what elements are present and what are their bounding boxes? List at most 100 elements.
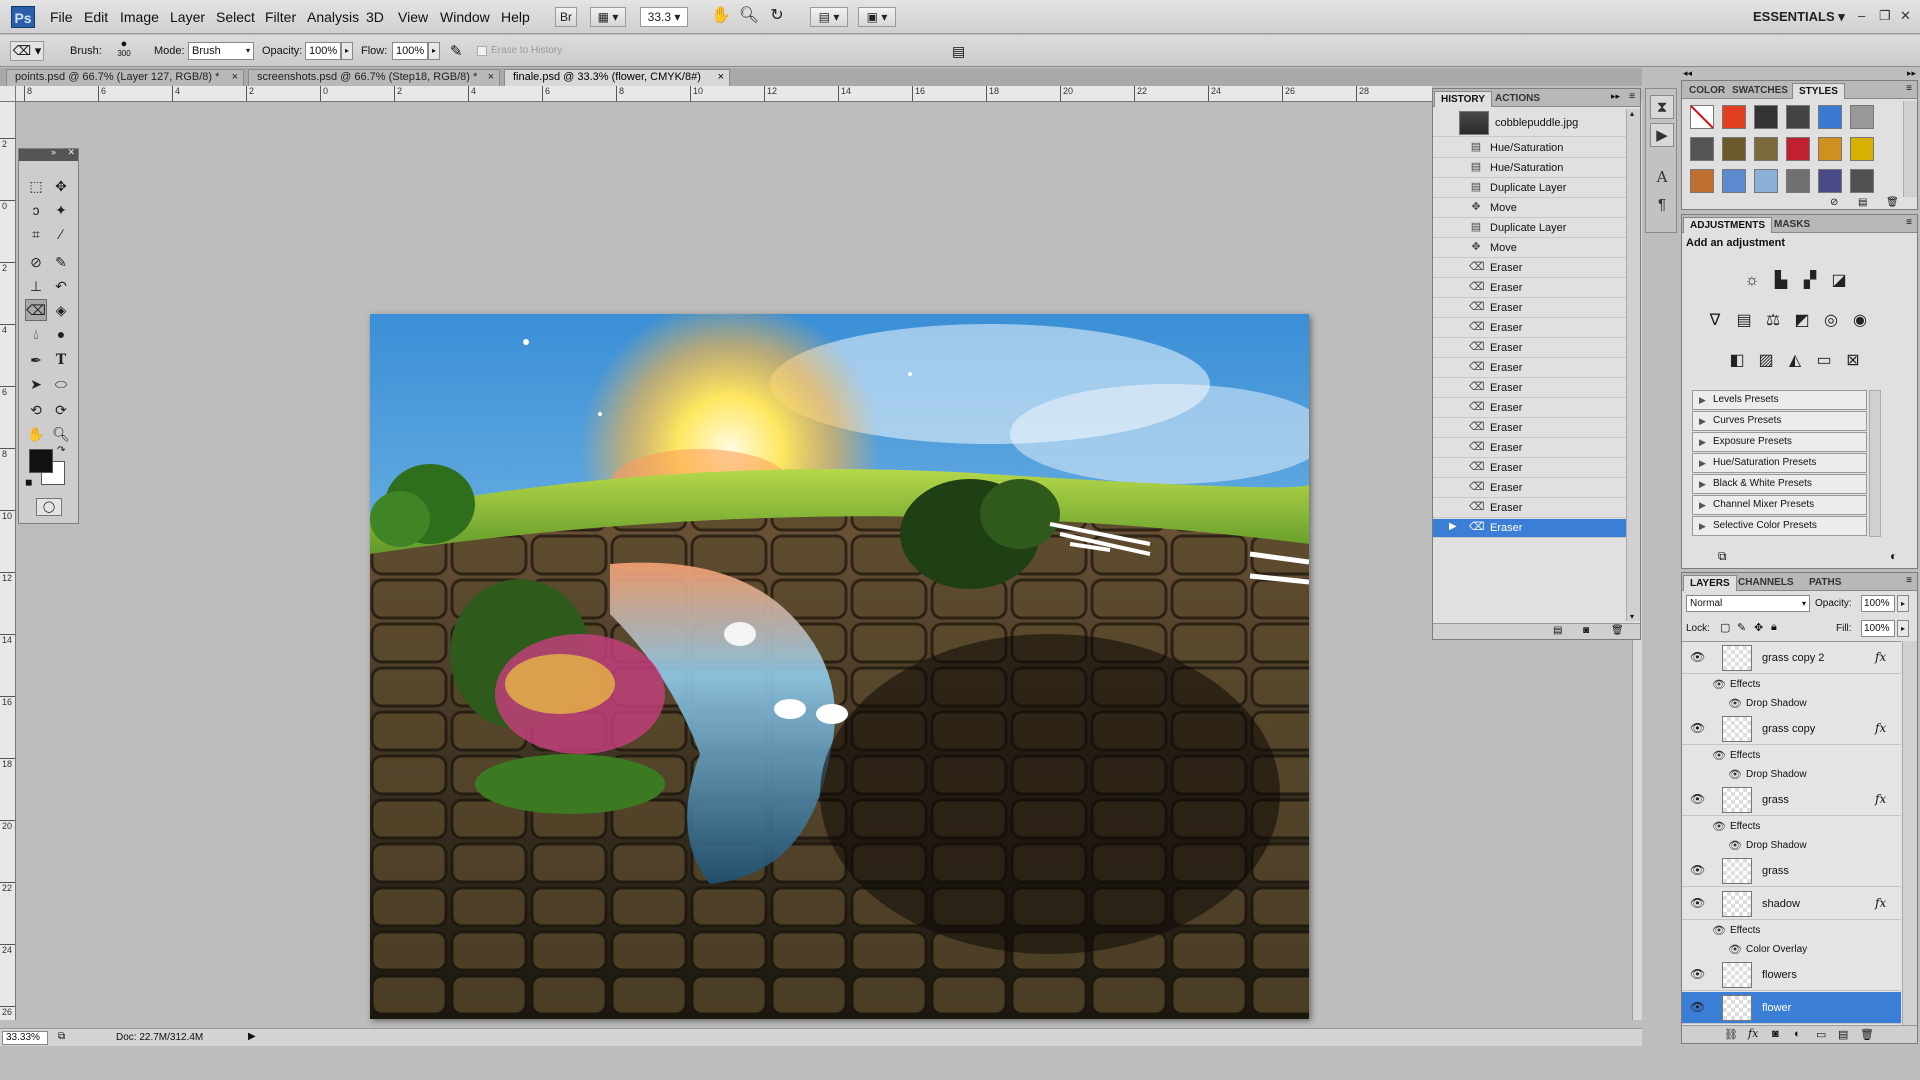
brush-picker[interactable]: ● 300 — [106, 39, 142, 64]
visibility-eye-icon[interactable]: 👁︎ — [1690, 896, 1705, 910]
panel-collapse-icon[interactable]: ▸▸ — [1611, 91, 1620, 102]
layer-row[interactable]: 👁︎ grass fx — [1682, 784, 1901, 816]
new-document-from-state-icon[interactable]: ▤ — [1553, 625, 1562, 636]
add-layer-style-icon[interactable]: fx — [1748, 1027, 1758, 1040]
preset-hue-saturation[interactable]: ▶ Hue/Saturation Presets — [1692, 453, 1867, 473]
panel-menu-icon[interactable]: ≡ — [1906, 83, 1912, 94]
style-swatch[interactable] — [1786, 169, 1810, 193]
preset-levels[interactable]: ▶ Levels Presets — [1692, 390, 1867, 410]
workspace-switcher[interactable]: ESSENTIALS ▾ — [1753, 9, 1845, 25]
layer-row[interactable]: 👁︎ grass — [1682, 855, 1901, 887]
history-step[interactable]: ⌫ Eraser — [1433, 259, 1626, 278]
horizontal-ruler[interactable]: 8 6 4 2 0 2 4 6 8 10 12 14 16 18 20 22 24 26 28 — [16, 86, 1432, 102]
menu-help[interactable]: Help — [501, 9, 530, 25]
tab-finale[interactable]: finale.psd @ 33.3% (flower, CMYK/8#) × — [504, 69, 730, 86]
fill-field[interactable]: 100% — [1861, 620, 1895, 637]
history-snapshot[interactable]: cobblepuddle.jpg — [1433, 109, 1626, 137]
panel-menu-icon[interactable]: ≡ — [1906, 217, 1912, 228]
fx-icon[interactable]: fx — [1875, 896, 1886, 910]
preset-black-white[interactable]: ▶ Black & White Presets — [1692, 474, 1867, 494]
opacity-field[interactable]: 100% — [305, 42, 341, 60]
menu-window[interactable]: Window — [440, 9, 490, 25]
preset-channel-mixer[interactable]: ▶ Channel Mixer Presets — [1692, 495, 1867, 515]
menu-select[interactable]: Select — [216, 9, 255, 25]
collapse-icon[interactable]: ✕ — [67, 147, 75, 158]
history-step[interactable]: ⌫ Eraser — [1433, 379, 1626, 398]
tab-color[interactable]: COLOR — [1683, 83, 1731, 99]
erase-to-history-checkbox[interactable] — [477, 46, 487, 56]
bridge-button[interactable]: Br — [555, 7, 577, 27]
new-layer-icon[interactable]: ▤ — [1838, 1028, 1848, 1041]
marquee-tool[interactable]: ⬚ — [25, 175, 47, 197]
zoom-tool-button[interactable]: 🔍︎ — [738, 7, 760, 27]
layer-row[interactable]: 👁︎ shadow fx — [1682, 888, 1901, 920]
history-step[interactable]: ⌫ Eraser — [1433, 279, 1626, 298]
layer-row[interactable]: 👁︎ flowers — [1682, 959, 1901, 991]
zoom-tool[interactable]: 🔍︎ — [50, 423, 72, 445]
close-icon[interactable]: × — [718, 70, 724, 85]
presets-scrollbar[interactable] — [1869, 390, 1881, 537]
airbrush-icon[interactable]: ✎ — [450, 42, 463, 60]
style-swatch[interactable] — [1818, 105, 1842, 129]
black-white-icon[interactable]: ◩ — [1791, 311, 1813, 331]
lock-position-icon[interactable]: ✥ — [1754, 621, 1763, 634]
tab-masks[interactable]: MASKS — [1768, 217, 1816, 233]
hand-tool[interactable]: ✋ — [25, 423, 47, 445]
style-swatch[interactable] — [1722, 137, 1746, 161]
layer-row[interactable]: 👁︎ grass copy 2 fx — [1682, 642, 1901, 674]
style-swatch[interactable] — [1754, 169, 1778, 193]
tool-preset-picker[interactable]: ⌫ ▾ — [10, 41, 44, 61]
hue-saturation-icon[interactable]: ▤ — [1733, 311, 1755, 331]
default-colors-icon[interactable]: ◼ — [25, 477, 32, 488]
actions-dock-icon[interactable]: ▶ — [1650, 123, 1674, 147]
history-brush-tool[interactable]: ↶ — [50, 275, 72, 297]
style-swatch[interactable] — [1690, 105, 1714, 129]
move-tool[interactable]: ✥ — [50, 175, 72, 197]
menu-file[interactable]: File — [50, 9, 73, 25]
history-step[interactable]: ⌫ Eraser — [1433, 479, 1626, 498]
history-dock-icon[interactable]: ⧗ — [1650, 95, 1674, 119]
flow-field[interactable]: 100% — [392, 42, 428, 60]
adjustment-view-icon[interactable]: ◐ — [1890, 549, 1897, 563]
pen-tool[interactable]: ✒ — [25, 349, 47, 371]
close-icon[interactable]: × — [232, 70, 238, 85]
style-swatch[interactable] — [1786, 105, 1810, 129]
expand-icon[interactable]: » — [51, 147, 56, 157]
clear-style-icon[interactable]: ⊘ — [1830, 197, 1838, 208]
style-swatch[interactable] — [1690, 137, 1714, 161]
link-layers-icon[interactable]: ⛓︎ — [1724, 1028, 1738, 1041]
menu-image[interactable]: Image — [120, 9, 159, 25]
visibility-eye-icon[interactable]: 👁︎ — [1728, 697, 1742, 710]
styles-scrollbar[interactable] — [1903, 101, 1917, 197]
new-adjustment-layer-icon[interactable]: ◐ — [1794, 1028, 1801, 1040]
layer-effects-row[interactable]: 👁︎ Effects — [1682, 817, 1901, 836]
visibility-eye-icon[interactable]: 👁︎ — [1690, 863, 1705, 877]
visibility-eye-icon[interactable]: 👁︎ — [1690, 721, 1705, 735]
visibility-eye-icon[interactable]: 👁︎ — [1690, 792, 1705, 806]
fill-slider-toggle[interactable]: ▸ — [1897, 620, 1909, 637]
visibility-eye-icon[interactable]: 👁︎ — [1728, 943, 1742, 956]
healing-brush-tool[interactable]: ⊘ — [25, 251, 47, 273]
screen-mode-button[interactable]: ▣ ▾ — [858, 7, 896, 27]
menu-view[interactable]: View — [398, 9, 428, 25]
fx-icon[interactable]: fx — [1875, 792, 1886, 806]
style-swatch[interactable] — [1850, 169, 1874, 193]
history-step[interactable]: ⌫ Eraser — [1433, 439, 1626, 458]
vibrance-icon[interactable]: ∇ — [1704, 311, 1726, 331]
selective-color-icon[interactable]: ⊠ — [1842, 351, 1864, 371]
shape-tool[interactable]: ⬭ — [50, 373, 72, 395]
layer-row[interactable]: 👁︎ grass copy fx — [1682, 713, 1901, 745]
brightness-contrast-icon[interactable]: ☼ — [1741, 271, 1763, 291]
history-step[interactable]: ⌫ Eraser — [1433, 419, 1626, 438]
3d-orbit-tool[interactable]: ⟳ — [50, 399, 72, 421]
menu-layer[interactable]: Layer — [170, 9, 205, 25]
layer-effect-item[interactable]: 👁︎ Drop Shadow — [1682, 765, 1901, 784]
layer-effect-item[interactable]: 👁︎ Color Overlay — [1682, 940, 1901, 959]
status-menu-arrow[interactable]: ▶ — [248, 1031, 256, 1042]
magic-wand-tool[interactable]: ✦ — [50, 199, 72, 221]
style-swatch[interactable] — [1786, 137, 1810, 161]
history-step[interactable]: ⌫ Eraser — [1433, 499, 1626, 518]
crop-tool[interactable]: ⌗ — [25, 223, 47, 245]
layer-opacity-field[interactable]: 100% — [1861, 595, 1895, 612]
arrange-documents-button[interactable]: ▤ ▾ — [810, 7, 848, 27]
